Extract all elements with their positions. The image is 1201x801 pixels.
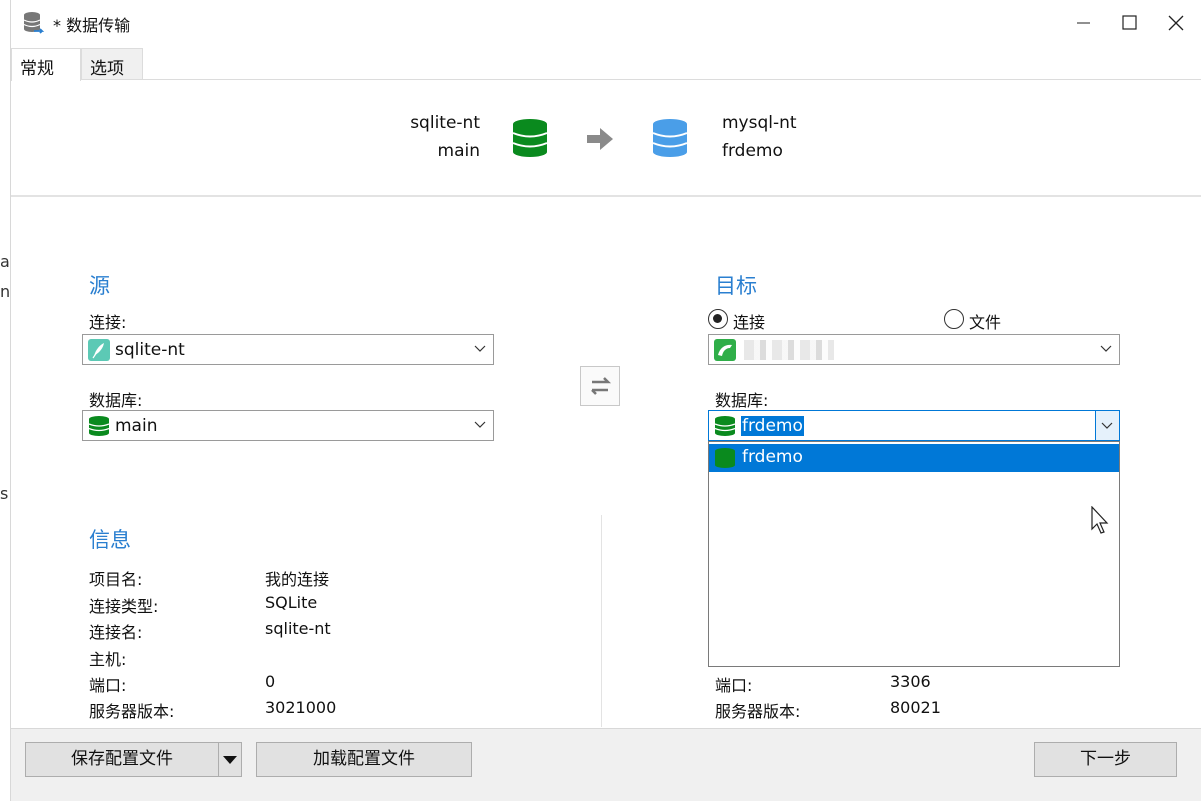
save-profile-dropdown-button[interactable] bbox=[218, 742, 242, 777]
info-value-server-version: 3021000 bbox=[265, 698, 337, 717]
info-label-server-version: 服务器版本: bbox=[89, 702, 175, 721]
file-radio-label: 文件 bbox=[969, 313, 1002, 332]
target-info-value-port: 3306 bbox=[890, 672, 931, 691]
target-title: 目标 bbox=[715, 274, 757, 298]
source-connection-select[interactable]: sqlite-nt bbox=[82, 334, 494, 365]
window-title: * 数据传输 bbox=[53, 16, 131, 35]
info-label-conn-type: 连接类型: bbox=[89, 597, 159, 616]
info-value-port: 0 bbox=[265, 672, 276, 691]
chevron-down-icon bbox=[474, 421, 486, 428]
flow-target: mysql-nt frdemo bbox=[722, 109, 862, 165]
minimize-button[interactable] bbox=[1061, 0, 1107, 46]
target-database-value: frdemo bbox=[741, 416, 804, 436]
database-transfer-icon bbox=[23, 12, 45, 34]
background-text-1: a bbox=[0, 252, 10, 271]
tab-options[interactable]: 选项 bbox=[81, 48, 143, 80]
source-database-label: 数据库: bbox=[89, 391, 143, 410]
target-database-dropdown-list: frdemo bbox=[708, 441, 1120, 667]
target-info-label-port: 端口: bbox=[715, 676, 753, 695]
flow-source-name: sqlite-nt bbox=[410, 113, 480, 133]
chevron-down-icon bbox=[474, 345, 486, 352]
file-radio[interactable] bbox=[944, 309, 964, 329]
dropdown-option-label: frdemo bbox=[742, 447, 803, 467]
info-label-project: 项目名: bbox=[89, 570, 143, 589]
tab-general-label: 常规 bbox=[20, 59, 54, 79]
save-profile-button[interactable]: 保存配置文件 bbox=[25, 742, 219, 777]
database-icon bbox=[715, 448, 735, 468]
tab-options-label: 选项 bbox=[90, 59, 124, 79]
maximize-icon bbox=[1122, 15, 1137, 30]
mouse-cursor-icon bbox=[1091, 506, 1109, 534]
info-label-conn-name: 连接名: bbox=[89, 623, 143, 642]
info-divider bbox=[601, 515, 602, 727]
info-value-project: 我的连接 bbox=[265, 570, 330, 589]
chevron-down-icon bbox=[1100, 345, 1112, 352]
save-profile-label: 保存配置文件 bbox=[71, 749, 173, 769]
mysql-dolphin-icon bbox=[714, 339, 736, 361]
target-info-value-server-version: 80021 bbox=[890, 698, 941, 717]
connection-radio[interactable] bbox=[708, 309, 728, 329]
connection-radio-label: 连接 bbox=[733, 313, 766, 332]
database-icon bbox=[714, 416, 736, 436]
chevron-down-icon bbox=[1101, 422, 1113, 429]
load-profile-label: 加载配置文件 bbox=[313, 749, 415, 769]
info-label-port: 端口: bbox=[89, 676, 127, 695]
minimize-icon bbox=[1077, 22, 1090, 24]
bottom-toolbar: 保存配置文件 加载配置文件 下一步 bbox=[11, 729, 1201, 801]
target-database-label: 数据库: bbox=[715, 391, 769, 410]
swap-arrows-icon bbox=[591, 377, 612, 395]
arrow-right-icon bbox=[587, 128, 613, 150]
sqlite-database-icon bbox=[512, 119, 548, 157]
title-bar: * 数据传输 bbox=[11, 0, 1201, 46]
target-database-select[interactable]: frdemo bbox=[708, 410, 1120, 441]
background-text-3: s bbox=[0, 484, 9, 503]
tab-divider bbox=[11, 79, 1201, 80]
caret-down-icon bbox=[223, 756, 237, 764]
database-icon bbox=[88, 416, 110, 436]
info-label-host: 主机: bbox=[89, 650, 127, 669]
dropdown-option-frdemo[interactable]: frdemo bbox=[709, 444, 1119, 472]
sqlite-feather-icon bbox=[88, 339, 110, 361]
target-database-selected-text: frdemo bbox=[741, 416, 804, 436]
source-connection-value: sqlite-nt bbox=[115, 340, 185, 360]
info-value-conn-name: sqlite-nt bbox=[265, 619, 331, 638]
source-database-select[interactable]: main bbox=[82, 410, 494, 441]
flow-source-db: main bbox=[437, 141, 480, 161]
swap-button[interactable] bbox=[580, 366, 620, 406]
tab-general[interactable]: 常规 bbox=[11, 48, 81, 81]
source-connection-label: 连接: bbox=[89, 313, 127, 332]
next-label: 下一步 bbox=[1080, 749, 1131, 769]
maximize-button[interactable] bbox=[1107, 0, 1153, 46]
flow-source: sqlite-nt main bbox=[361, 109, 480, 165]
redacted-connection-name bbox=[744, 340, 834, 360]
data-transfer-window: * 数据传输 选项 常规 sqlite-nt main mysql-nt frd… bbox=[10, 0, 1201, 801]
source-database-value: main bbox=[115, 416, 158, 436]
info-title: 信息 bbox=[89, 528, 131, 552]
load-profile-button[interactable]: 加载配置文件 bbox=[256, 742, 472, 777]
close-icon bbox=[1168, 15, 1184, 31]
info-value-conn-type: SQLite bbox=[265, 593, 318, 612]
flow-target-db: frdemo bbox=[722, 141, 783, 161]
header-divider bbox=[11, 195, 1201, 197]
flow-target-name: mysql-nt bbox=[722, 113, 797, 133]
target-info-label-server-version: 服务器版本: bbox=[715, 702, 801, 721]
next-button[interactable]: 下一步 bbox=[1034, 742, 1177, 777]
close-button[interactable] bbox=[1153, 0, 1199, 46]
mysql-database-icon bbox=[652, 119, 688, 157]
source-title: 源 bbox=[89, 274, 110, 298]
dropdown-toggle-button[interactable] bbox=[1095, 411, 1119, 440]
